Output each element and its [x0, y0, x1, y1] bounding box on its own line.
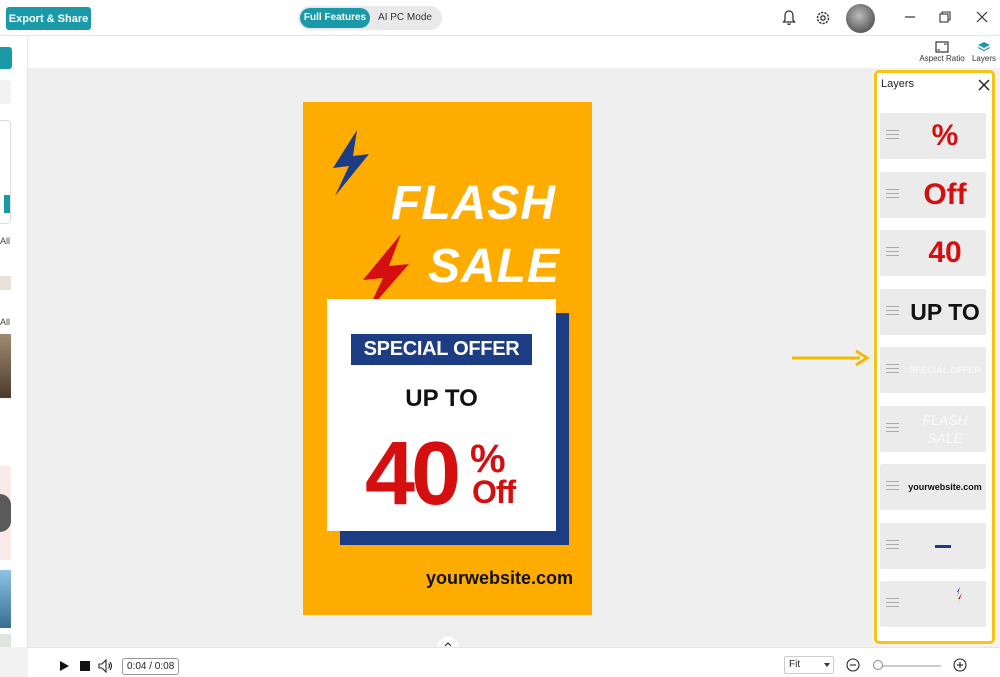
poster-40-text[interactable]: 40	[365, 429, 461, 519]
left-panel-card[interactable]	[0, 120, 11, 224]
drag-handle-icon[interactable]	[886, 306, 899, 316]
layer-item[interactable]	[880, 523, 986, 569]
layer-preview: FLASH SALE	[922, 412, 968, 446]
drag-handle-icon[interactable]	[886, 598, 899, 608]
drag-handle-icon[interactable]	[886, 189, 899, 199]
layer-item[interactable]	[880, 581, 986, 627]
layer-preview: 40	[928, 236, 962, 269]
close-window-icon[interactable]	[974, 9, 990, 25]
restore-icon[interactable]	[937, 9, 953, 25]
drag-handle-icon[interactable]	[886, 540, 899, 550]
notification-bell-icon[interactable]	[780, 9, 798, 27]
layer-preview	[906, 523, 984, 569]
zoom-fit-value: Fit	[789, 659, 801, 670]
zoom-fit-select[interactable]: Fit	[784, 656, 834, 674]
left-panel-card-button[interactable]	[4, 195, 10, 213]
minimize-icon[interactable]	[902, 9, 918, 25]
blue-lightning-bolt[interactable]	[331, 130, 371, 196]
special-offer-banner[interactable]: SPECIAL OFFER	[351, 334, 532, 365]
layers-icon	[977, 42, 991, 52]
poster-off-text[interactable]: Off	[472, 474, 516, 510]
mode-toggle[interactable]: Full Features AI PC Mode	[298, 6, 442, 30]
bolts-shape-preview	[957, 587, 962, 604]
layer-item[interactable]: FLASH SALE	[880, 406, 986, 452]
zoom-out-icon[interactable]	[846, 658, 860, 672]
full-features-mode[interactable]: Full Features	[300, 8, 370, 28]
layer-preview: %	[931, 119, 959, 152]
layer-item[interactable]: 40	[880, 230, 986, 276]
filter-all-label-1[interactable]: All	[0, 236, 10, 246]
settings-gear-icon[interactable]	[814, 9, 832, 27]
poster-sale-text[interactable]: SALE	[428, 239, 560, 294]
zoom-slider-thumb[interactable]	[873, 660, 883, 670]
left-panel-search[interactable]	[0, 80, 11, 104]
layer-item[interactable]: yourwebsite.com	[880, 464, 986, 510]
drag-handle-icon[interactable]	[886, 364, 899, 374]
drag-handle-icon[interactable]	[886, 481, 899, 491]
close-layers-icon[interactable]	[978, 79, 990, 91]
left-thumb-4[interactable]	[0, 570, 11, 628]
play-icon[interactable]	[58, 660, 70, 672]
layer-item[interactable]: Off	[880, 172, 986, 218]
left-thumb-5[interactable]	[0, 634, 11, 647]
left-thumb-2[interactable]	[0, 334, 11, 398]
export-share-button[interactable]: Export & Share	[6, 7, 91, 30]
drag-handle-icon[interactable]	[886, 130, 899, 140]
dropdown-caret-icon	[824, 663, 830, 667]
volume-icon[interactable]	[98, 659, 114, 673]
left-panel: All All	[0, 36, 28, 647]
line-shape-preview	[935, 545, 951, 548]
playback-time: 0:04 / 0:08	[122, 658, 180, 675]
layers-panel-title: Layers	[881, 78, 915, 90]
layer-item[interactable]: SPECIAL OFFER	[880, 347, 986, 393]
layer-preview: UP TO	[910, 299, 980, 325]
aspect-ratio-tool[interactable]: Aspect Ratio	[917, 41, 967, 63]
user-avatar[interactable]	[846, 4, 875, 33]
guide-arrow-icon	[792, 349, 870, 367]
layers-panel: Layers % Off 40 UP TO SPECIAL OFFER FLAS…	[874, 70, 995, 644]
left-panel-tab[interactable]	[0, 47, 12, 69]
layer-preview: SPECIAL OFFER	[909, 365, 981, 375]
ai-pc-mode[interactable]: AI PC Mode	[372, 8, 438, 28]
top-bar: Export & Share Full Features AI PC Mode	[0, 0, 1000, 36]
secondary-toolbar: Aspect Ratio Layers	[28, 36, 1000, 68]
drag-handle-icon[interactable]	[886, 247, 899, 257]
stop-icon[interactable]	[80, 661, 90, 671]
left-thumb-1[interactable]	[0, 276, 11, 290]
poster-canvas[interactable]: FLASH SALE SPECIAL OFFER UP TO 40 % Off …	[303, 102, 592, 615]
filter-all-label-2[interactable]: All	[0, 317, 10, 327]
left-thumb-circle[interactable]	[0, 494, 11, 532]
layer-preview	[906, 581, 984, 627]
poster-flash-text[interactable]: FLASH	[391, 176, 556, 231]
poster-up-to-text[interactable]: UP TO	[327, 385, 556, 413]
aspect-ratio-label: Aspect Ratio	[919, 54, 965, 63]
zoom-slider-track[interactable]	[873, 665, 941, 667]
poster-percent-text[interactable]: %	[470, 439, 506, 479]
editor-window: Export & Share Full Features AI PC Mode	[0, 0, 1000, 677]
layer-preview: Off	[923, 178, 967, 211]
layer-item[interactable]: %	[880, 113, 986, 159]
drag-handle-icon[interactable]	[886, 423, 899, 433]
layers-tool[interactable]: Layers	[969, 41, 999, 63]
layers-label: Layers	[971, 54, 996, 63]
layer-preview: yourwebsite.com	[908, 482, 982, 492]
layer-item[interactable]: UP TO	[880, 289, 986, 335]
poster-website-text[interactable]: yourwebsite.com	[303, 568, 573, 589]
aspect-ratio-icon	[935, 41, 949, 53]
playback-bar: 0:04 / 0:08 Fit	[28, 647, 1000, 677]
zoom-in-icon[interactable]	[953, 658, 967, 672]
poster-card[interactable]: SPECIAL OFFER UP TO 40 % Off	[327, 299, 556, 531]
